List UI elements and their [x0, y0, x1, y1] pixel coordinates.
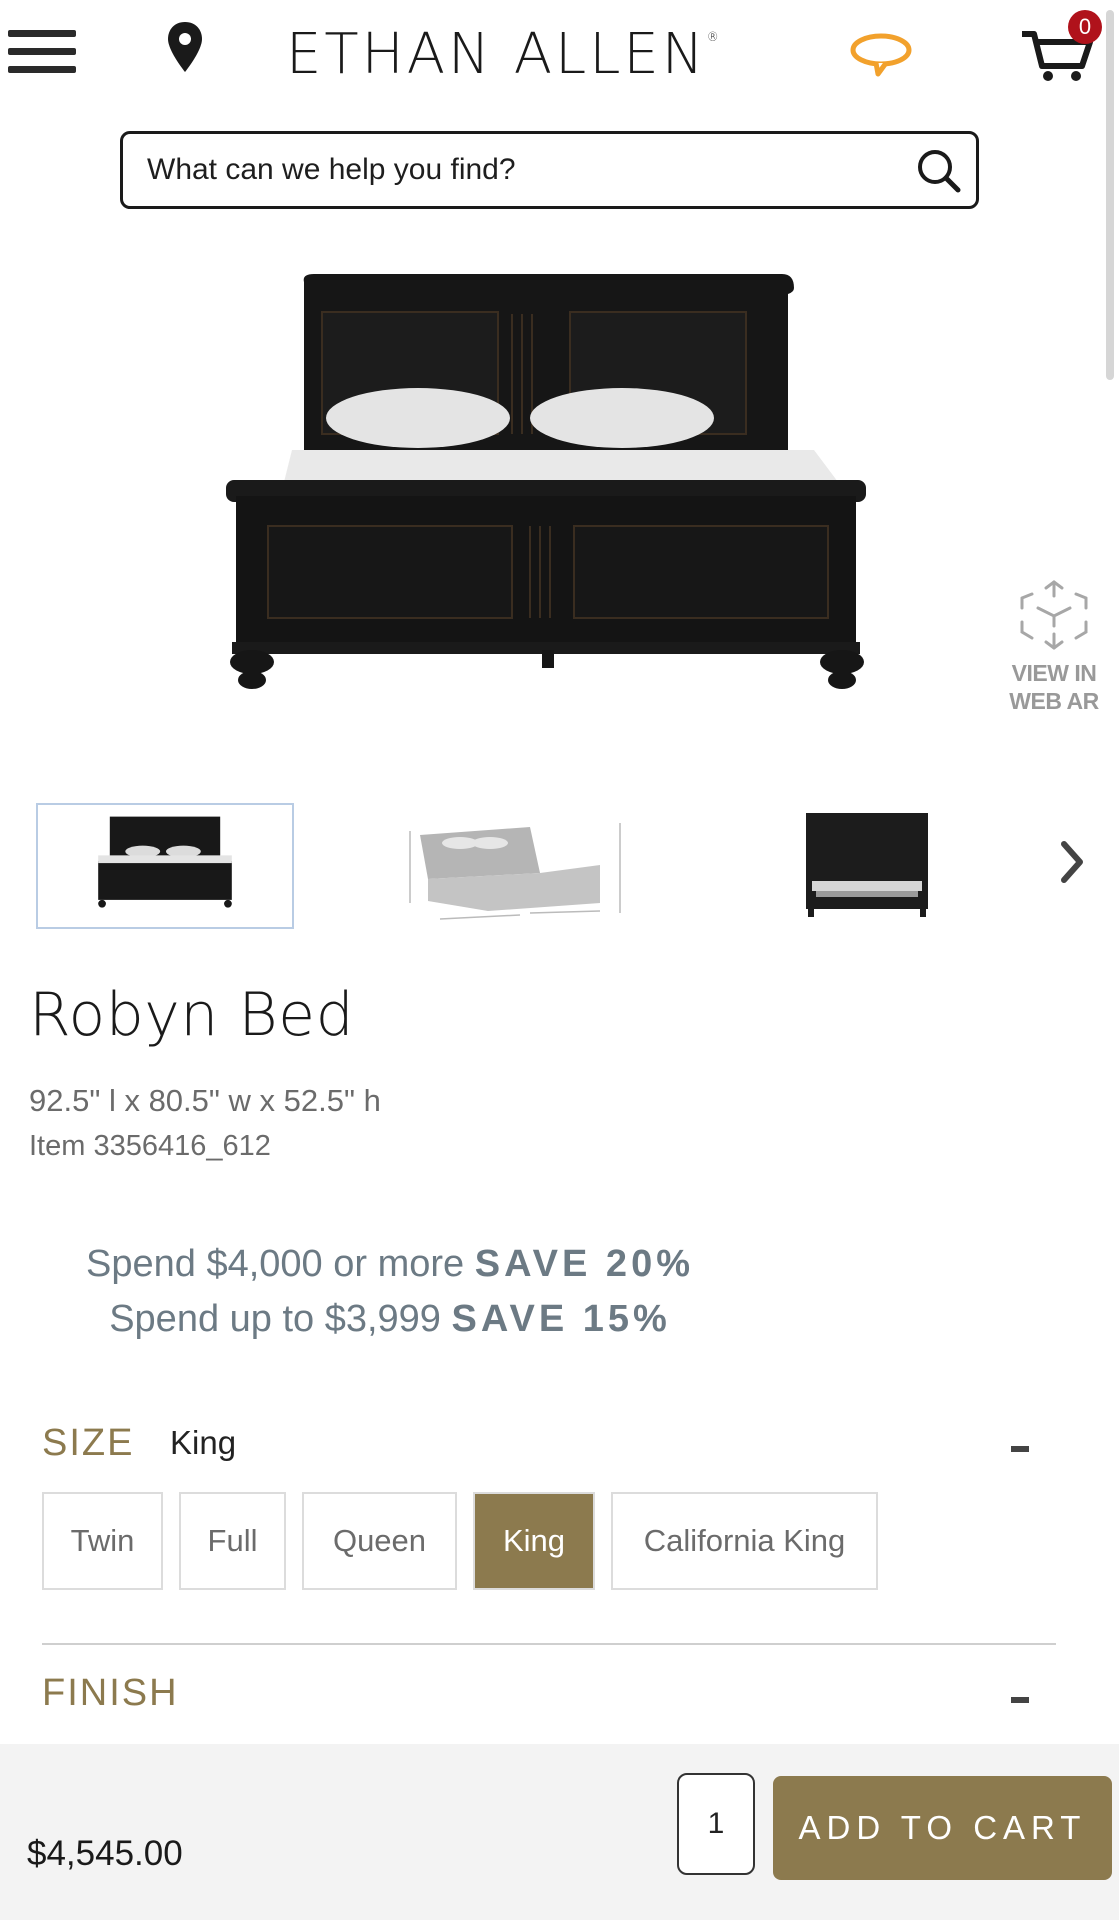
menu-icon[interactable] [8, 30, 76, 82]
size-collapse-icon[interactable] [1011, 1446, 1029, 1452]
location-pin-icon[interactable] [165, 20, 205, 76]
ar-cube-icon [1020, 580, 1088, 650]
product-dimensions: 92.5" l x 80.5" w x 52.5" h [29, 1083, 381, 1118]
chat-icon[interactable] [848, 30, 914, 78]
product-price: $4,545.00 [27, 1834, 183, 1873]
promo-save-20: SAVE 20% [474, 1243, 694, 1285]
size-section-label[interactable]: SIZE [42, 1422, 134, 1465]
section-divider [42, 1643, 1056, 1645]
size-option-king[interactable]: King [473, 1492, 595, 1590]
thumbnail-front-view[interactable] [36, 803, 294, 929]
search-input[interactable] [147, 134, 907, 206]
search-box [120, 131, 979, 209]
product-title: Robyn Bed [29, 980, 355, 1050]
finish-collapse-icon[interactable] [1011, 1697, 1029, 1703]
search-icon[interactable] [912, 144, 966, 198]
product-main-image[interactable] [222, 270, 882, 700]
promo-line-1: Spend $4,000 or more SAVE 20% [86, 1243, 694, 1285]
thumbnail-back-view[interactable] [782, 803, 952, 929]
brand-logo[interactable]: ETHAN ALLEN® [286, 22, 722, 87]
size-option-queen[interactable]: Queen [302, 1492, 457, 1590]
quantity-input[interactable] [677, 1773, 755, 1875]
cart-count-badge: 0 [1068, 10, 1102, 44]
size-option-twin[interactable]: Twin [42, 1492, 163, 1590]
add-to-cart-button[interactable]: ADD TO CART [773, 1776, 1112, 1880]
cart-button[interactable]: 0 [1020, 10, 1102, 84]
thumbnail-next-chevron-icon[interactable] [1052, 836, 1092, 888]
header: ETHAN ALLEN® 0 [0, 0, 1119, 110]
promo-line-2: Spend up to $3,999 SAVE 15% [109, 1298, 671, 1340]
product-item-number: Item 3356416_612 [29, 1130, 271, 1162]
ar-label-line2: WEB AR [1009, 688, 1099, 714]
view-in-ar-button[interactable]: VIEW IN WEB AR [998, 578, 1110, 718]
finish-section-label[interactable]: FINISH [42, 1672, 179, 1715]
size-option-full[interactable]: Full [179, 1492, 286, 1590]
size-option-california-king[interactable]: California King [611, 1492, 878, 1590]
thumbnail-dimension-diagram[interactable] [380, 803, 650, 929]
ar-label-line1: VIEW IN [1011, 660, 1097, 686]
promo-save-15: SAVE 15% [451, 1298, 671, 1340]
purchase-bar: $4,545.00 ADD TO CART [0, 1744, 1119, 1920]
selected-size-value: King [170, 1424, 237, 1461]
